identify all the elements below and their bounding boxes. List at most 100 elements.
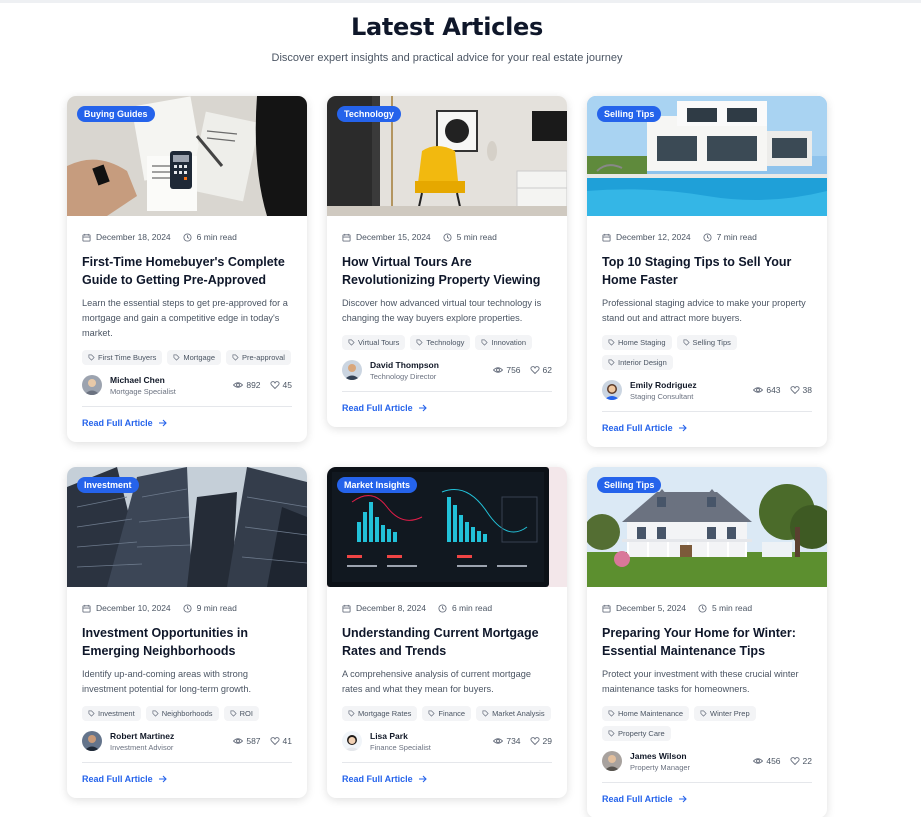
clock-icon [183, 603, 192, 613]
tag[interactable]: ROI [223, 706, 259, 721]
clock-icon [698, 603, 707, 613]
article-image[interactable]: Buying Guides [67, 96, 307, 216]
clock-icon [443, 232, 452, 242]
tag[interactable]: Innovation [475, 335, 532, 350]
article-image[interactable]: Market Insights [327, 467, 567, 587]
read-time: 5 min read [456, 232, 497, 242]
tag[interactable]: Selling Tips [676, 335, 737, 350]
author-role: Staging Consultant [630, 391, 694, 401]
tag-icon [416, 339, 424, 346]
read-more-link[interactable]: Read Full Article [342, 774, 552, 784]
read-time: 7 min read [716, 232, 757, 242]
article-title[interactable]: Investment Opportunities in Emerging Nei… [82, 624, 292, 660]
article-date: December 8, 2024 [356, 603, 426, 613]
eye-icon [233, 382, 244, 388]
like-count: 45 [282, 380, 292, 390]
tag-icon [700, 710, 707, 717]
read-more-link[interactable]: Read Full Article [82, 418, 292, 428]
article-card[interactable]: Market Insights December 8, 2024 6 min r… [327, 467, 567, 798]
article-image[interactable]: Selling Tips [587, 467, 827, 587]
tag[interactable]: Mortgage Rates [342, 706, 418, 721]
arrow-right-icon [418, 404, 427, 412]
heart-icon[interactable] [269, 736, 280, 746]
arrow-right-icon [418, 775, 427, 783]
read-time: 6 min read [196, 232, 237, 242]
tag[interactable]: Virtual Tours [342, 335, 406, 350]
article-card[interactable]: Investment December 10, 2024 9 min read … [67, 467, 307, 798]
tag-icon [428, 710, 435, 717]
category-badge[interactable]: Market Insights [337, 477, 418, 493]
tag[interactable]: Home Maintenance [602, 706, 690, 721]
divider [602, 782, 812, 783]
article-card[interactable]: Buying Guides December 18, 2024 6 min re… [67, 96, 307, 442]
tag[interactable]: Mortgage [167, 350, 222, 365]
tag[interactable]: Finance [422, 706, 472, 721]
view-count: 892 [246, 380, 261, 390]
tag[interactable]: Interior Design [602, 355, 673, 370]
article-excerpt: Learn the essential steps to get pre-app… [82, 298, 288, 338]
article-image[interactable]: Investment [67, 467, 307, 587]
tag-icon [608, 359, 615, 366]
tag-icon [481, 339, 488, 346]
category-badge[interactable]: Selling Tips [597, 477, 662, 493]
article-title[interactable]: Preparing Your Home for Winter: Essentia… [602, 624, 812, 660]
tag[interactable]: Pre-approval [226, 350, 291, 365]
view-count: 587 [246, 736, 261, 746]
article-title[interactable]: First-Time Homebuyer's Complete Guide to… [82, 253, 292, 289]
calendar-icon [82, 233, 91, 242]
tag-icon [608, 710, 615, 717]
eye-icon [753, 758, 764, 764]
tag[interactable]: Winter Prep [694, 706, 756, 721]
like-count: 22 [802, 756, 812, 766]
read-more-link[interactable]: Read Full Article [342, 403, 552, 413]
author-name: Emily Rodriguez [630, 379, 697, 390]
view-count: 643 [766, 385, 781, 395]
heart-icon[interactable] [789, 756, 800, 766]
read-more-link[interactable]: Read Full Article [82, 774, 292, 784]
calendar-icon [342, 604, 351, 613]
tag[interactable]: Neighborhoods [145, 706, 219, 721]
author-role: Property Manager [630, 762, 691, 772]
category-badge[interactable]: Selling Tips [597, 106, 662, 122]
divider [82, 762, 292, 763]
eye-icon [233, 738, 244, 744]
calendar-icon [342, 233, 351, 242]
clock-icon [438, 603, 447, 613]
tag[interactable]: Investment [82, 706, 141, 721]
tag[interactable]: Technology [410, 335, 471, 350]
like-count: 62 [542, 365, 552, 375]
arrow-right-icon [158, 419, 167, 427]
article-card[interactable]: Selling Tips December 12, 2024 7 min rea… [587, 96, 827, 447]
clock-icon [703, 232, 712, 242]
read-more-link[interactable]: Read Full Article [602, 423, 812, 433]
tag-icon [232, 354, 239, 361]
tag[interactable]: Property Care [602, 726, 671, 741]
article-image[interactable]: Selling Tips [587, 96, 827, 216]
avatar [82, 375, 102, 395]
arrow-right-icon [158, 775, 167, 783]
tag[interactable]: Market Analysis [476, 706, 551, 721]
heart-icon[interactable] [269, 380, 280, 390]
category-badge[interactable]: Buying Guides [77, 106, 155, 122]
article-card[interactable]: Selling Tips December 5, 2024 5 min read… [587, 467, 827, 817]
article-title[interactable]: How Virtual Tours Are Revolutionizing Pr… [342, 253, 552, 289]
article-excerpt: Discover how advanced virtual tour techn… [342, 298, 542, 323]
article-card[interactable]: Technology December 15, 2024 5 min read … [327, 96, 567, 427]
article-title[interactable]: Top 10 Staging Tips to Sell Your Home Fa… [602, 253, 812, 289]
heart-icon[interactable] [529, 365, 540, 375]
tag[interactable]: First Time Buyers [82, 350, 163, 365]
heart-icon[interactable] [789, 385, 800, 395]
category-badge[interactable]: Technology [337, 106, 401, 122]
tag-icon [608, 730, 615, 737]
category-badge[interactable]: Investment [77, 477, 139, 493]
like-count: 41 [282, 736, 292, 746]
article-image[interactable]: Technology [327, 96, 567, 216]
heart-icon[interactable] [529, 736, 540, 746]
tag[interactable]: Home Staging [602, 335, 672, 350]
author-role: Finance Specialist [370, 742, 431, 752]
like-count: 29 [542, 736, 552, 746]
read-more-link[interactable]: Read Full Article [602, 794, 812, 804]
avatar [82, 731, 102, 751]
tag-icon [683, 339, 690, 346]
article-title[interactable]: Understanding Current Mortgage Rates and… [342, 624, 552, 660]
